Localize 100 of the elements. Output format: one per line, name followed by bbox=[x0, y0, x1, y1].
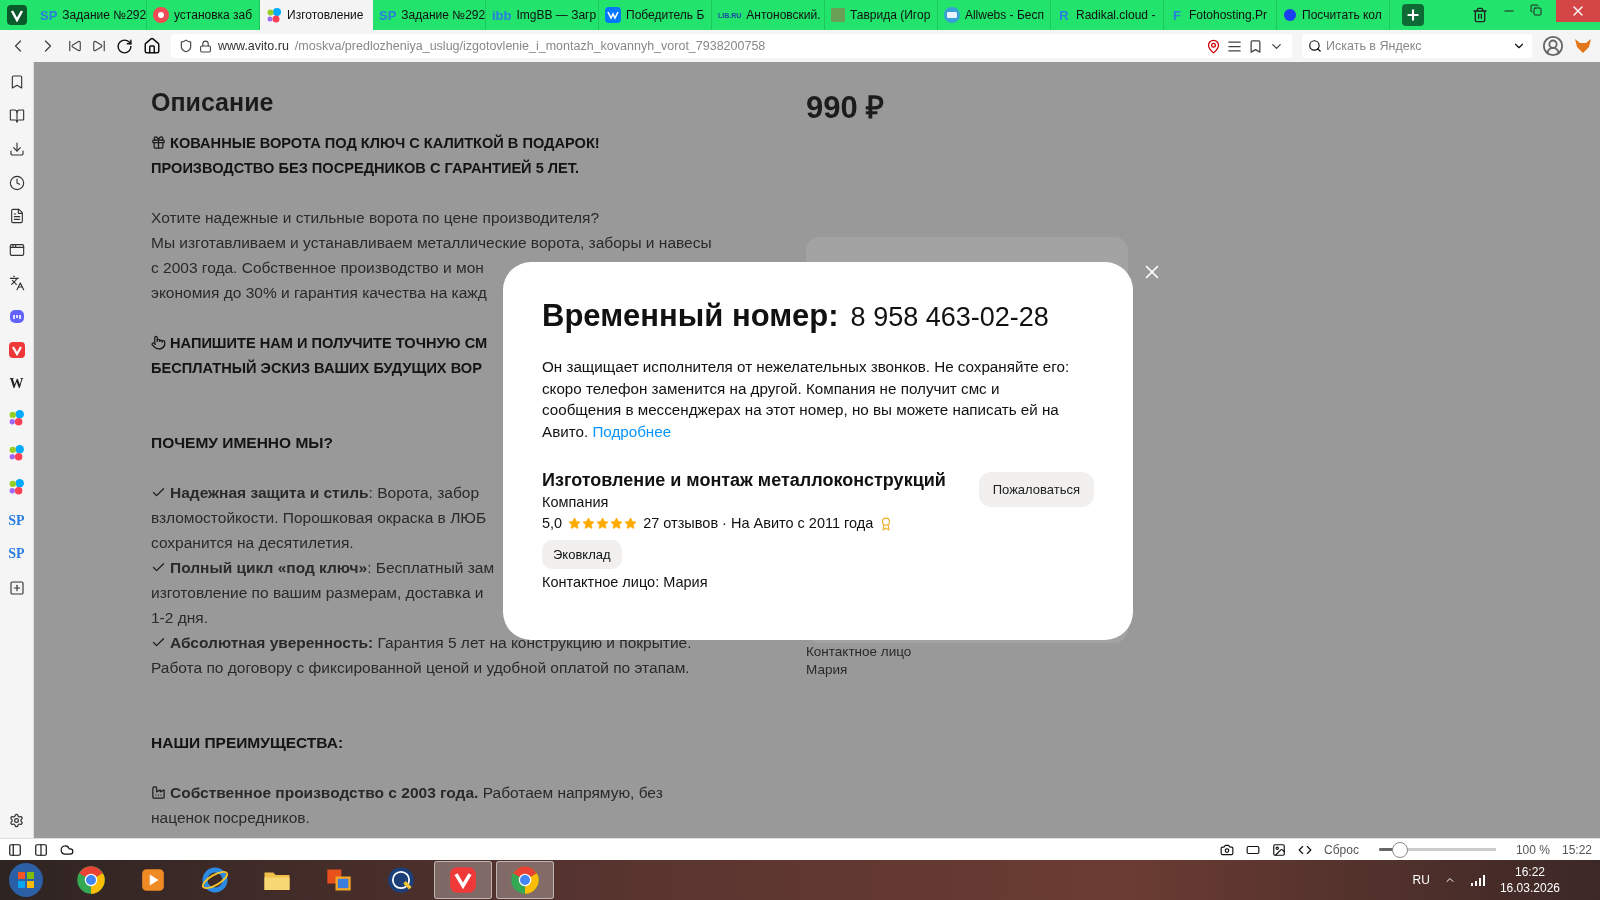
colored-dots-icon bbox=[8, 443, 25, 461]
description-line: Мы изготавливаем и устанавливаем металлические ворота, заборы и навесы bbox=[151, 233, 712, 252]
profile-icon[interactable] bbox=[1542, 35, 1564, 57]
description-line: Надежная защита и стиль: Ворота, забор bbox=[170, 483, 480, 502]
app-logo-icon[interactable] bbox=[7, 5, 27, 25]
contact-person: Контактное лицо: Мария bbox=[542, 573, 709, 592]
app-icon[interactable] bbox=[387, 866, 415, 894]
description-line: ПРОИЗВОДСТВО БЕЗ ПОСРЕДНИКОВ С ГАРАНТИЕЙ 5 ЛЕТ. bbox=[151, 159, 580, 176]
globe-ring-icon[interactable] bbox=[200, 865, 230, 895]
chat-bubble-icon[interactable] bbox=[8, 308, 25, 325]
home-icon[interactable] bbox=[143, 37, 161, 55]
camera-icon[interactable] bbox=[1220, 842, 1235, 857]
bookmark-icon[interactable] bbox=[1248, 38, 1263, 54]
square-icon bbox=[831, 8, 845, 22]
play-icon[interactable] bbox=[140, 867, 166, 893]
site-icon: R bbox=[1057, 6, 1071, 24]
record-icon bbox=[153, 7, 169, 23]
translate-icon[interactable] bbox=[8, 275, 25, 291]
location-icon[interactable] bbox=[1206, 38, 1221, 54]
description-line: Абсолютная уверенность: Гарантия 5 лет на конструкцию и покрытие. bbox=[170, 633, 692, 652]
description-line: сохранится на десятилетия. bbox=[151, 533, 354, 552]
notice-text: Он защищает исполнителя от нежелательных звонков. Не сохраняйте его: скоро телефон заменится на другой. Компания не получит смс и сообщения в мессенджерах на этот номер, но вы можете написать ей на Авито. Подробнее bbox=[542, 357, 1071, 442]
seller-type: Компания bbox=[542, 493, 610, 512]
contact-label: Контактное лицо bbox=[806, 643, 913, 661]
notes-icon[interactable] bbox=[8, 208, 25, 224]
clock-text: 15:22 bbox=[1561, 842, 1592, 857]
fox-icon[interactable] bbox=[1574, 38, 1592, 54]
dialog-title: Временный номер: bbox=[542, 298, 839, 334]
description-line: Собственное производство с 2003 года. Работаем напрямую, без bbox=[170, 783, 663, 802]
description-line: БЕСПЛАТНЫЙ ЭСКИЗ ВАШИХ БУДУЩИХ ВОР bbox=[151, 359, 482, 376]
description-line: Работа по договору с фиксированной ценой и удобной оплатой по этапам. bbox=[151, 658, 690, 677]
fast-forward-icon[interactable] bbox=[92, 39, 106, 53]
factory-icon bbox=[151, 785, 166, 800]
description-line: 1-2 дня. bbox=[151, 608, 208, 627]
search-icon bbox=[1308, 39, 1322, 53]
new-tab-button[interactable] bbox=[1402, 4, 1424, 26]
slider-thumb[interactable] bbox=[1392, 841, 1408, 858]
window-icon[interactable] bbox=[8, 241, 25, 258]
description-line: экономия до 30% и гарантия качества на кажд bbox=[151, 283, 487, 302]
star-icon bbox=[596, 517, 610, 530]
dot-icon bbox=[1283, 8, 1297, 22]
reviews-text: 27 отзывов · На Авито с 2011 года bbox=[643, 514, 874, 533]
language-indicator[interactable]: RU bbox=[1412, 873, 1430, 887]
report-button[interactable]: Пожаловаться bbox=[978, 472, 1094, 507]
image-icon[interactable] bbox=[1272, 842, 1287, 857]
add-panel-icon[interactable] bbox=[8, 579, 25, 596]
restore-icon[interactable] bbox=[1530, 4, 1542, 16]
address-field[interactable]: www.avito.ru /moskva/predlozheniya_uslug/izgotovlenie_i_montazh_kovannyh_vorot_7938200758 bbox=[171, 34, 1292, 58]
taskbar-date: 16.03.2026 bbox=[1499, 881, 1560, 895]
search-field[interactable]: Искать в Яндекс bbox=[1302, 34, 1532, 58]
description-line: Полный цикл «под ключ»: Бесплатный зам bbox=[170, 558, 495, 577]
section-heading: Описание bbox=[151, 87, 275, 118]
chrome-style-icon[interactable] bbox=[76, 865, 106, 895]
description-line: наценок посредников. bbox=[151, 808, 310, 827]
description-line: НАШИ ПРЕИМУЩЕСТВА: bbox=[151, 733, 344, 752]
browser-tab[interactable]: Изготовление bbox=[260, 0, 373, 30]
description-line: с 2003 года. Собственное производство и мон bbox=[151, 258, 484, 277]
plus-icon bbox=[1405, 7, 1421, 23]
taskbar-time: 16:22 bbox=[1514, 865, 1545, 879]
clock-icon[interactable] bbox=[8, 174, 25, 191]
description-line: НАПИШИТЕ НАМ И ПОЛУЧИТЕ ТОЧНУЮ СМ bbox=[170, 334, 488, 351]
reset-zoom-link[interactable]: Сброс bbox=[1324, 842, 1359, 857]
star-icon bbox=[582, 517, 596, 530]
colored-dots-icon bbox=[8, 478, 25, 495]
site-icon[interactable]: W bbox=[9, 375, 24, 392]
book-icon[interactable] bbox=[8, 107, 25, 124]
tile-icon[interactable] bbox=[34, 842, 48, 857]
description-line: взломостойкости. Порошковая окраска в ЛЮБ bbox=[151, 508, 487, 527]
signal-icon[interactable] bbox=[1469, 874, 1486, 886]
trash-icon[interactable] bbox=[1472, 7, 1488, 23]
reload-icon[interactable] bbox=[116, 37, 133, 55]
star-icon bbox=[624, 517, 638, 530]
shield-icon[interactable] bbox=[179, 39, 193, 53]
gift-icon bbox=[151, 135, 166, 150]
description-line: Хотите надежные и стильные ворота по цене производителя? bbox=[151, 208, 600, 227]
taskbar-button[interactable] bbox=[434, 861, 492, 899]
cloud-icon[interactable] bbox=[60, 842, 74, 857]
description-line: ПОЧЕМУ ИМЕННО МЫ? bbox=[151, 433, 333, 452]
site-icon[interactable]: SP bbox=[8, 546, 25, 562]
site-icon[interactable]: SP bbox=[8, 512, 25, 529]
lock-icon[interactable] bbox=[199, 39, 212, 53]
reader-view-icon[interactable] bbox=[1227, 38, 1242, 54]
description-line: КОВАННЫЕ ВОРОТА ПОД КЛЮЧ С КАЛИТКОЙ В ПОДАРОК! bbox=[170, 134, 600, 151]
download-icon[interactable] bbox=[8, 141, 25, 157]
description-line: изготовление по вашим размерам, доставка и bbox=[151, 583, 484, 602]
panel-icon[interactable] bbox=[8, 842, 22, 857]
rating-value: 5,0 bbox=[542, 514, 563, 533]
settings-icon[interactable] bbox=[9, 813, 24, 828]
contact-name: Мария bbox=[806, 661, 849, 679]
seller-tag: Эковклад bbox=[542, 540, 622, 569]
price: 990 ₽ bbox=[806, 90, 886, 126]
colored-dots-icon bbox=[8, 409, 25, 426]
seller-name: Изготовление и монтаж металлоконструкций bbox=[542, 469, 946, 492]
rewind-icon[interactable] bbox=[68, 39, 82, 53]
card-icon bbox=[944, 7, 960, 23]
phone-number: 8 958 463-02-28 bbox=[850, 302, 1049, 333]
zoom-reading: 100 % bbox=[1515, 842, 1550, 857]
site-icon: SP bbox=[40, 6, 58, 24]
site-icon: F bbox=[1170, 6, 1184, 24]
star-icon bbox=[610, 517, 624, 530]
